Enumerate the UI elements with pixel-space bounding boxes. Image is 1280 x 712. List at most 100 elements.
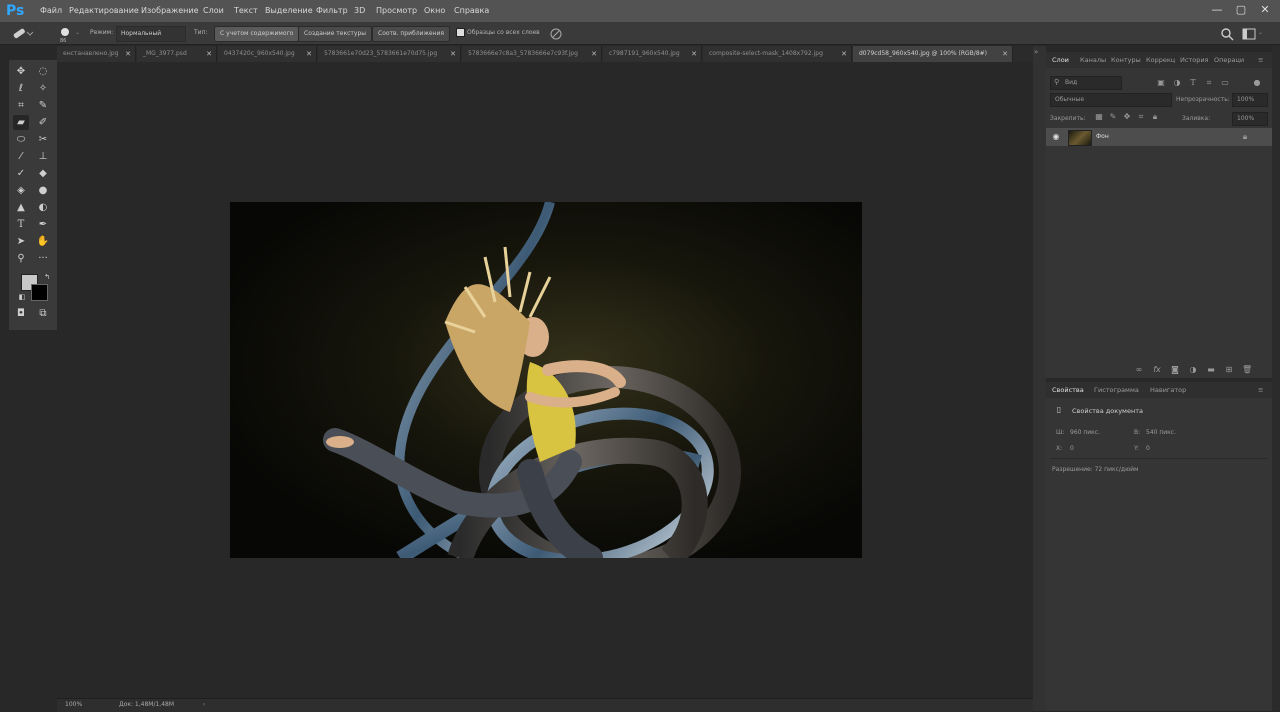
tab-channels[interactable]: Каналы <box>1080 52 1106 68</box>
filter-adjustment-icon[interactable]: ◑ <box>1172 78 1182 88</box>
pressure-icon[interactable] <box>549 26 563 45</box>
dodge-tool-icon[interactable]: ▲ <box>13 200 29 215</box>
adjustment-layer-icon[interactable]: ◑ <box>1188 365 1198 375</box>
layer-filter-select[interactable]: Вид ⚲ <box>1050 76 1122 90</box>
object-selection-icon[interactable]: ⬭ <box>13 132 29 147</box>
document-tab[interactable]: 0437420c_960x540.jpg ✕ <box>218 46 317 62</box>
y-value[interactable]: 0 <box>1146 445 1150 452</box>
visibility-eye-icon[interactable]: ◉ <box>1051 132 1061 142</box>
panel-menu-icon[interactable]: ≡ <box>1258 52 1263 68</box>
filter-toggle-icon[interactable]: ● <box>1252 78 1262 88</box>
delete-layer-icon[interactable]: 🗑︎ <box>1242 365 1252 375</box>
path-selection-icon[interactable]: ➤ <box>13 234 29 249</box>
more-tools-icon[interactable]: ··· <box>35 251 51 266</box>
blur-tool-icon[interactable]: ● <box>35 183 51 198</box>
menu-3d[interactable]: 3D <box>354 0 365 22</box>
paint-bucket-icon[interactable]: ◈ <box>13 183 29 198</box>
tab-history[interactable]: История <box>1180 52 1208 68</box>
eraser-tool-icon[interactable]: ◆ <box>35 166 51 181</box>
width-value[interactable]: 960 пикс. <box>1070 429 1100 436</box>
filter-shape-icon[interactable]: ⌗ <box>1204 78 1214 88</box>
link-layers-icon[interactable]: ∞ <box>1134 365 1144 375</box>
tab-histogram[interactable]: Гистограмма <box>1094 382 1139 398</box>
opacity-input[interactable]: 100% <box>1232 93 1268 107</box>
type-tool-icon[interactable]: T <box>13 217 29 232</box>
document-image[interactable] <box>230 202 862 558</box>
x-value[interactable]: 0 <box>1070 445 1074 452</box>
close-button[interactable]: ✕ <box>1256 2 1274 18</box>
marquee-tool-icon[interactable]: ◌ <box>35 64 51 79</box>
new-group-icon[interactable]: ▬ <box>1206 365 1216 375</box>
status-menu-icon[interactable]: › <box>203 699 205 711</box>
search-icon[interactable] <box>1220 26 1234 45</box>
close-icon[interactable]: ✕ <box>691 46 697 62</box>
menu-window[interactable]: Окно <box>424 0 445 22</box>
close-icon[interactable]: ✕ <box>125 46 131 62</box>
menu-filter[interactable]: Фильтр <box>316 0 348 22</box>
close-icon[interactable]: ✕ <box>450 46 456 62</box>
layer-row[interactable]: ◉ Фон 🔒︎ <box>1046 128 1272 146</box>
tab-properties[interactable]: Свойства <box>1052 382 1084 398</box>
tab-layers[interactable]: Слои <box>1052 52 1069 68</box>
panel-scrollbar[interactable] <box>1272 46 1280 711</box>
close-icon[interactable]: ✕ <box>206 46 212 62</box>
tab-navigator[interactable]: Навигатор <box>1150 382 1186 398</box>
clone-stamp-icon[interactable]: ⊥ <box>35 149 51 164</box>
menu-file[interactable]: Файл <box>40 0 62 22</box>
lock-all-icon[interactable]: 🔒︎ <box>1150 112 1160 122</box>
menu-edit[interactable]: Редактирование <box>69 0 139 22</box>
zoom-tool-icon[interactable]: ⚲ <box>13 251 29 266</box>
filter-smart-icon[interactable]: ▭ <box>1220 78 1230 88</box>
layer-style-icon[interactable]: fx <box>1152 365 1162 375</box>
pen-tool-icon[interactable]: ✒ <box>35 217 51 232</box>
create-texture-button[interactable]: Создание текстуры <box>298 26 372 42</box>
default-colors-icon[interactable]: ◧ <box>14 290 30 305</box>
eyedropper-tool-icon[interactable]: ✎ <box>35 98 51 113</box>
tab-adjustments[interactable]: Коррекц <box>1146 52 1175 68</box>
hand-tool-icon[interactable]: ✋ <box>35 234 51 249</box>
workspace-chevron-icon[interactable]: ⌄ <box>1258 22 1263 44</box>
lock-artboard-icon[interactable]: ⌗ <box>1136 112 1146 122</box>
menu-type[interactable]: Текст <box>234 0 258 22</box>
document-tab[interactable]: енстанавлено.jpg ✕ <box>57 46 136 62</box>
move-tool-icon[interactable]: ✥ <box>13 64 29 79</box>
paintbrush-icon[interactable]: ⁄ <box>13 149 29 164</box>
background-color-swatch[interactable] <box>31 284 48 301</box>
brush-tool-icon[interactable]: ✐ <box>35 115 51 130</box>
content-aware-button[interactable]: С учетом содержимого <box>214 26 300 42</box>
document-tab[interactable]: _MG_3977.psd ✕ <box>137 46 217 62</box>
sponge-tool-icon[interactable]: ◐ <box>35 200 51 215</box>
screen-mode-icon[interactable]: ⧉ <box>35 306 51 321</box>
close-icon[interactable]: ✕ <box>591 46 597 62</box>
filter-pixel-icon[interactable]: ▣ <box>1156 78 1166 88</box>
close-icon[interactable]: ✕ <box>841 46 847 62</box>
filter-type-icon[interactable]: T <box>1188 78 1198 88</box>
lock-image-icon[interactable]: ✎ <box>1108 112 1118 122</box>
crop-tool-icon[interactable]: ⌗ <box>13 98 29 113</box>
workspace-icon[interactable] <box>1242 26 1256 45</box>
new-layer-icon[interactable]: ⊞ <box>1224 365 1234 375</box>
menu-help[interactable]: Справка <box>454 0 489 22</box>
lasso-tool-icon[interactable]: ℓ <box>13 81 29 96</box>
close-icon[interactable]: ✕ <box>1002 46 1008 62</box>
healing-brush-icon[interactable]: ▰ <box>13 115 29 130</box>
chevron-down-icon[interactable]: ⌄ <box>75 22 80 44</box>
close-icon[interactable]: ✕ <box>306 46 312 62</box>
blend-mode-select[interactable]: Обычные <box>1050 93 1172 107</box>
add-mask-icon[interactable]: ◙ <box>1170 365 1180 375</box>
menu-image[interactable]: Изображение <box>141 0 199 22</box>
history-brush-icon[interactable]: ✓ <box>13 166 29 181</box>
document-tab[interactable]: 5783661e70d23_5783661e70d75.jpg ✕ <box>318 46 461 62</box>
fill-input[interactable]: 100% <box>1232 112 1268 126</box>
panel-menu-icon[interactable]: ≡ <box>1258 382 1263 398</box>
document-tab[interactable]: 5783666e7c8a3_5783666e7c93f.jpg ✕ <box>462 46 602 62</box>
healing-brush-tool-icon[interactable] <box>10 25 34 45</box>
maximize-button[interactable]: ▢ <box>1232 2 1250 18</box>
proximity-match-button[interactable]: Соотв. приближения <box>372 26 450 42</box>
menu-view[interactable]: Просмотр <box>376 0 417 22</box>
menu-layers[interactable]: Слои <box>203 0 224 22</box>
tab-paths[interactable]: Контуры <box>1111 52 1141 68</box>
lock-position-icon[interactable]: ✥ <box>1122 112 1132 122</box>
quick-mask-icon[interactable]: ◘ <box>13 306 29 321</box>
menu-select[interactable]: Выделение <box>265 0 313 22</box>
